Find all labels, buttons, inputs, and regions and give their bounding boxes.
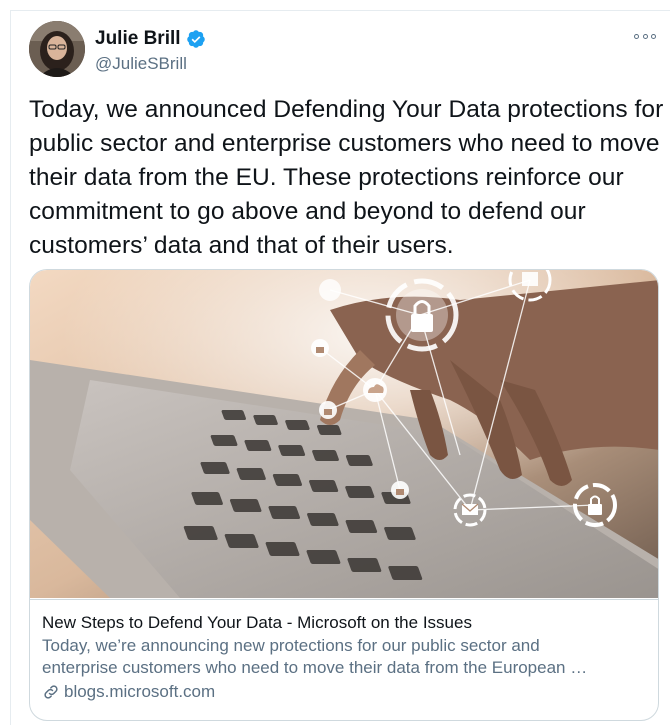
- more-options-icon: [634, 33, 639, 39]
- avatar[interactable]: [29, 21, 85, 77]
- author-handle[interactable]: @JulieSBrill: [95, 54, 187, 74]
- lock-icon: [319, 401, 337, 419]
- tweet-text: Today, we announced Defending Your Data …: [29, 96, 664, 259]
- lock-icon: [311, 339, 329, 357]
- tweet[interactable]: Julie Brill @JulieSBrill Today, we annou…: [10, 10, 670, 725]
- card-description-line: Today, we’re announcing new protections …: [42, 636, 540, 655]
- profile-photo-icon: [29, 21, 85, 77]
- author-display-name[interactable]: Julie Brill: [95, 28, 181, 50]
- more-options-icon: [642, 33, 648, 39]
- card-domain-text[interactable]: blogs.microsoft.com: [64, 681, 215, 703]
- more-options-button[interactable]: [634, 29, 656, 43]
- card-image[interactable]: [30, 270, 658, 598]
- link-icon: [44, 685, 58, 699]
- link-preview-card[interactable]: New Steps to Defend Your Data - Microsof…: [29, 269, 659, 721]
- card-info[interactable]: New Steps to Defend Your Data - Microsof…: [30, 599, 658, 720]
- card-description-line: enterprise customers who need to move th…: [42, 658, 588, 677]
- more-options-icon: [651, 33, 656, 39]
- author-name-row[interactable]: Julie Brill: [95, 28, 206, 50]
- lock-icon: [391, 481, 409, 499]
- card-domain[interactable]: blogs.microsoft.com: [42, 681, 648, 703]
- card-title[interactable]: New Steps to Defend Your Data - Microsof…: [42, 612, 648, 634]
- cloud-icon: [363, 378, 387, 402]
- verified-badge-icon: [186, 30, 205, 48]
- server-icon: [319, 279, 341, 301]
- card-description: Today, we’re announcing new protections …: [42, 635, 642, 679]
